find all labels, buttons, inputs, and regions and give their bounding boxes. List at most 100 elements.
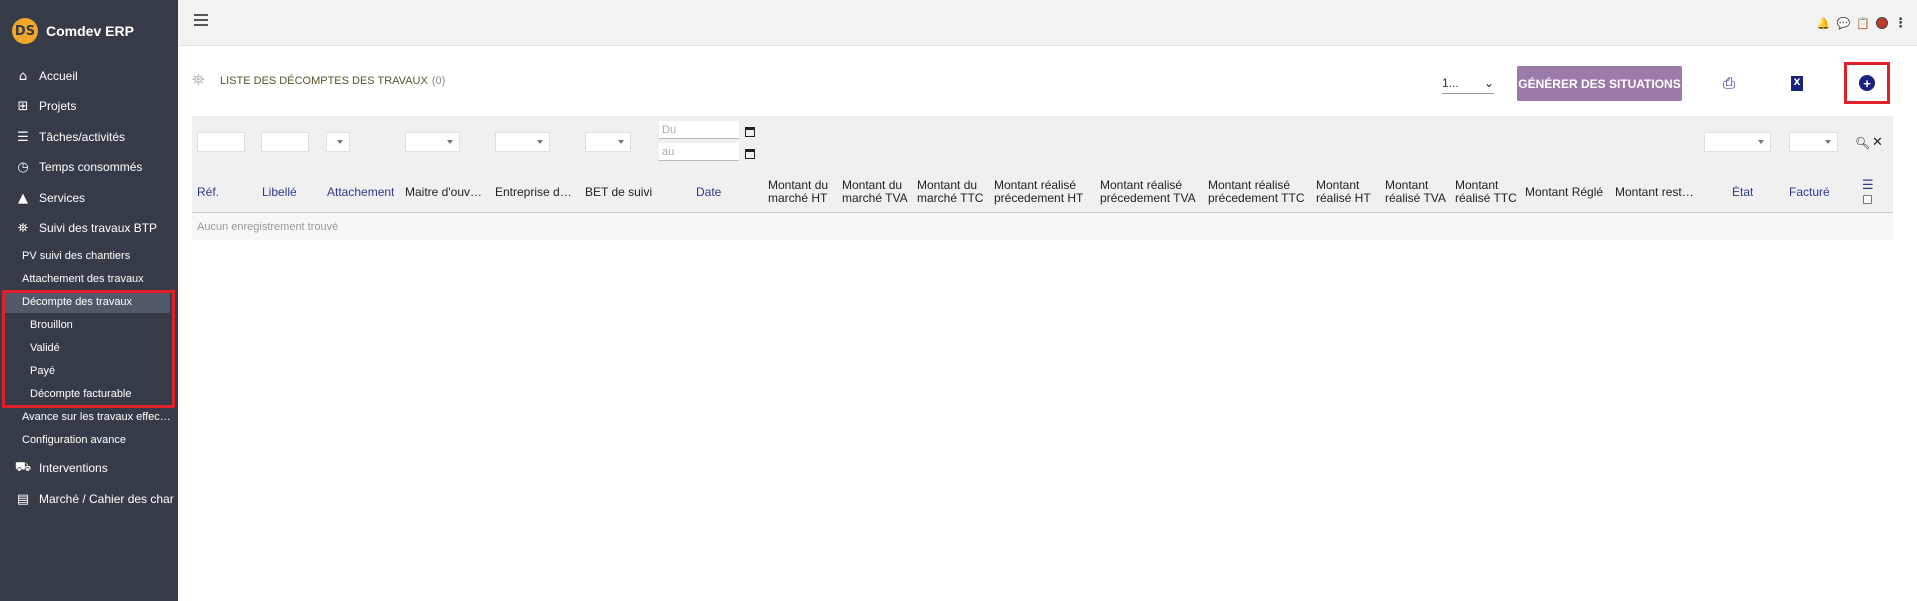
column-header-etat[interactable]: État — [1732, 186, 1753, 199]
tasks-icon: ☰ — [17, 129, 29, 145]
table-row: Aucun enregistrement trouvé — [192, 213, 1893, 240]
search-icon[interactable]: 🔍︎ — [1855, 136, 1870, 150]
calendar-icon[interactable] — [745, 127, 755, 137]
sidebar-sub-label: Avance sur les travaux effectués — [22, 411, 172, 423]
column-header-marche-tva[interactable]: Montant du marché TVA — [842, 179, 908, 205]
calendar-icon[interactable] — [745, 149, 755, 159]
binoculars-icon: ⛯ — [192, 72, 205, 89]
more-vertical-icon[interactable]: ⋮ — [1894, 15, 1907, 31]
sidebar-item-label: Suivi des travaux BTP — [39, 221, 158, 235]
sidebar-sub-pv-suivi[interactable]: PV suivi des chantiers — [0, 245, 178, 267]
notifications-icon[interactable]: 🔔 — [1817, 17, 1831, 30]
sidebar-sub2-paye[interactable]: Payé — [0, 360, 178, 382]
sidebar: DS Comdev ERP ⌂ Accueil ⊞ Projets ☰ Tâch… — [0, 0, 178, 601]
column-header-prec-tva[interactable]: Montant réalisé précedement TVA — [1100, 179, 1196, 205]
generate-situations-button[interactable]: Générer des situations — [1517, 66, 1682, 101]
filter-date-to-input[interactable]: au — [659, 143, 739, 161]
truck-icon: ⛟ — [14, 459, 32, 475]
sidebar-item-suivi-travaux[interactable]: ⛯ Suivi des travaux BTP — [0, 216, 178, 240]
per-page-select[interactable]: 1... ⌄ — [1442, 72, 1494, 94]
filter-bet-select[interactable] — [585, 132, 631, 152]
header-line-2: marché TTC — [917, 191, 984, 205]
sidebar-item-projets[interactable]: ⊞ Projets — [0, 94, 178, 118]
chevron-down-icon: ⌄ — [1483, 75, 1494, 90]
filter-etat-select[interactable] — [1704, 132, 1771, 152]
filter-maitre-ouvrage-select[interactable] — [405, 132, 460, 152]
column-header-prec-ht[interactable]: Montant réalisé précedement HT — [994, 179, 1083, 205]
sidebar-item-marche[interactable]: ▤ Marché / Cahier des charges — [0, 487, 178, 511]
column-header-realise-ht[interactable]: Montant réalisé HT — [1316, 179, 1371, 205]
column-header-marche-ht[interactable]: Montant du marché HT — [768, 179, 828, 205]
sidebar-sub2-label: Décompte facturable — [30, 388, 132, 400]
sidebar-item-services[interactable]: ▲ Services — [0, 186, 178, 210]
header-line-2: marché TVA — [842, 191, 908, 205]
column-header-entreprise[interactable]: Entreprise de travaux — [495, 186, 575, 199]
sidebar-sub2-label: Payé — [30, 365, 56, 377]
sidebar-item-label: Services — [39, 191, 86, 205]
column-header-date[interactable]: Date — [696, 186, 721, 199]
sidebar-sub2-label: Validé — [30, 342, 60, 354]
brand[interactable]: DS Comdev ERP — [12, 18, 134, 44]
topbar-icons: 🔔 💬 📋 ⋮ — [1817, 15, 1907, 31]
filter-date-from-input[interactable]: Du — [659, 121, 739, 139]
add-button-highlight: + — [1844, 62, 1890, 104]
column-header-libelle[interactable]: Libellé — [262, 186, 297, 199]
sidebar-item-accueil[interactable]: ⌂ Accueil — [0, 64, 178, 88]
column-header-ref[interactable]: Réf. — [197, 186, 219, 199]
clock-icon: ◷ — [17, 159, 29, 175]
export-excel-button[interactable]: X — [1784, 70, 1810, 96]
sidebar-item-taches[interactable]: ☰ Tâches/activités — [0, 125, 178, 149]
print-button[interactable]: ⎙ — [1716, 70, 1742, 96]
filter-entreprise-select[interactable] — [495, 132, 550, 152]
sidebar-item-label: Projets — [39, 99, 77, 113]
menu-toggle-icon[interactable] — [194, 14, 208, 28]
column-header-restant[interactable]: Montant restant — [1615, 186, 1697, 199]
column-header-bet[interactable]: BET de suivi — [585, 186, 652, 199]
sidebar-sub-label: Configuration avance — [22, 434, 126, 446]
filter-ref-input[interactable] — [197, 132, 245, 152]
sidebar-sub2-valide[interactable]: Validé — [0, 337, 178, 359]
column-header-realise-ttc[interactable]: Montant réalisé TTC — [1455, 179, 1517, 205]
column-header-marche-ttc[interactable]: Montant du marché TTC — [917, 179, 983, 205]
filter-facture-select[interactable] — [1789, 132, 1838, 152]
filter-attachement-select[interactable] — [326, 132, 350, 152]
excel-icon: X — [1791, 75, 1803, 91]
header-line-2: précedement TTC — [1208, 191, 1305, 205]
column-header-regle[interactable]: Montant Réglé — [1525, 186, 1607, 199]
column-header-prec-ttc[interactable]: Montant réalisé précedement TTC — [1208, 179, 1305, 205]
user-avatar[interactable] — [1876, 17, 1888, 29]
record-count: (0) — [431, 75, 446, 87]
column-header-realise-tva[interactable]: Montant réalisé TVA — [1385, 179, 1446, 205]
column-chooser-icon[interactable]: ☰ — [1862, 178, 1874, 193]
sidebar-item-interventions[interactable]: ⛟ Interventions — [0, 456, 178, 480]
sidebar-item-label: Temps consommés — [39, 160, 143, 174]
chat-icon[interactable]: 💬 — [1837, 17, 1851, 30]
sidebar-sub-attachement[interactable]: Attachement des travaux — [0, 268, 178, 290]
sidebar-sub-decompte[interactable]: Décompte des travaux — [4, 291, 170, 313]
add-plus-icon[interactable]: + — [1859, 75, 1875, 91]
clipboard-icon[interactable]: 📋 — [1856, 17, 1870, 30]
column-header-maitre-ouvrage[interactable]: Maitre d'ouvrage — [405, 186, 485, 199]
sidebar-item-label: Marché / Cahier des charges — [39, 492, 174, 506]
sidebar-item-label: Interventions — [39, 461, 108, 475]
sidebar-sub2-brouillon[interactable]: Brouillon — [0, 314, 178, 336]
sidebar-sub2-facturable[interactable]: Décompte facturable — [0, 383, 178, 405]
bell-icon: ▲ — [18, 190, 28, 206]
close-icon[interactable]: ✕ — [1872, 135, 1883, 150]
brand-name: Comdev ERP — [46, 23, 134, 39]
sidebar-sub-avance-travaux[interactable]: Avance sur les travaux effectués — [0, 406, 178, 428]
book-icon: ▤ — [16, 491, 30, 507]
column-header-facture[interactable]: Facturé — [1789, 186, 1830, 199]
sidebar-sub-config-avance[interactable]: Configuration avance — [0, 429, 178, 451]
per-page-value: 1... — [1442, 75, 1459, 90]
home-icon: ⌂ — [18, 68, 28, 84]
sidebar-item-temps[interactable]: ◷ Temps consommés — [0, 155, 178, 179]
sidebar-sub-label: Décompte des travaux — [22, 296, 133, 308]
sidebar-sub-label: PV suivi des chantiers — [22, 250, 131, 262]
filter-libelle-input[interactable] — [261, 132, 309, 152]
binoculars-icon: ⛯ — [17, 220, 29, 236]
column-header-attachement[interactable]: Attachement — [327, 186, 394, 199]
page-header: ⛯ Liste des décomptes des travaux (0) — [192, 72, 445, 90]
select-all-checkbox[interactable] — [1863, 195, 1872, 204]
print-icon: ⎙ — [1722, 74, 1735, 92]
